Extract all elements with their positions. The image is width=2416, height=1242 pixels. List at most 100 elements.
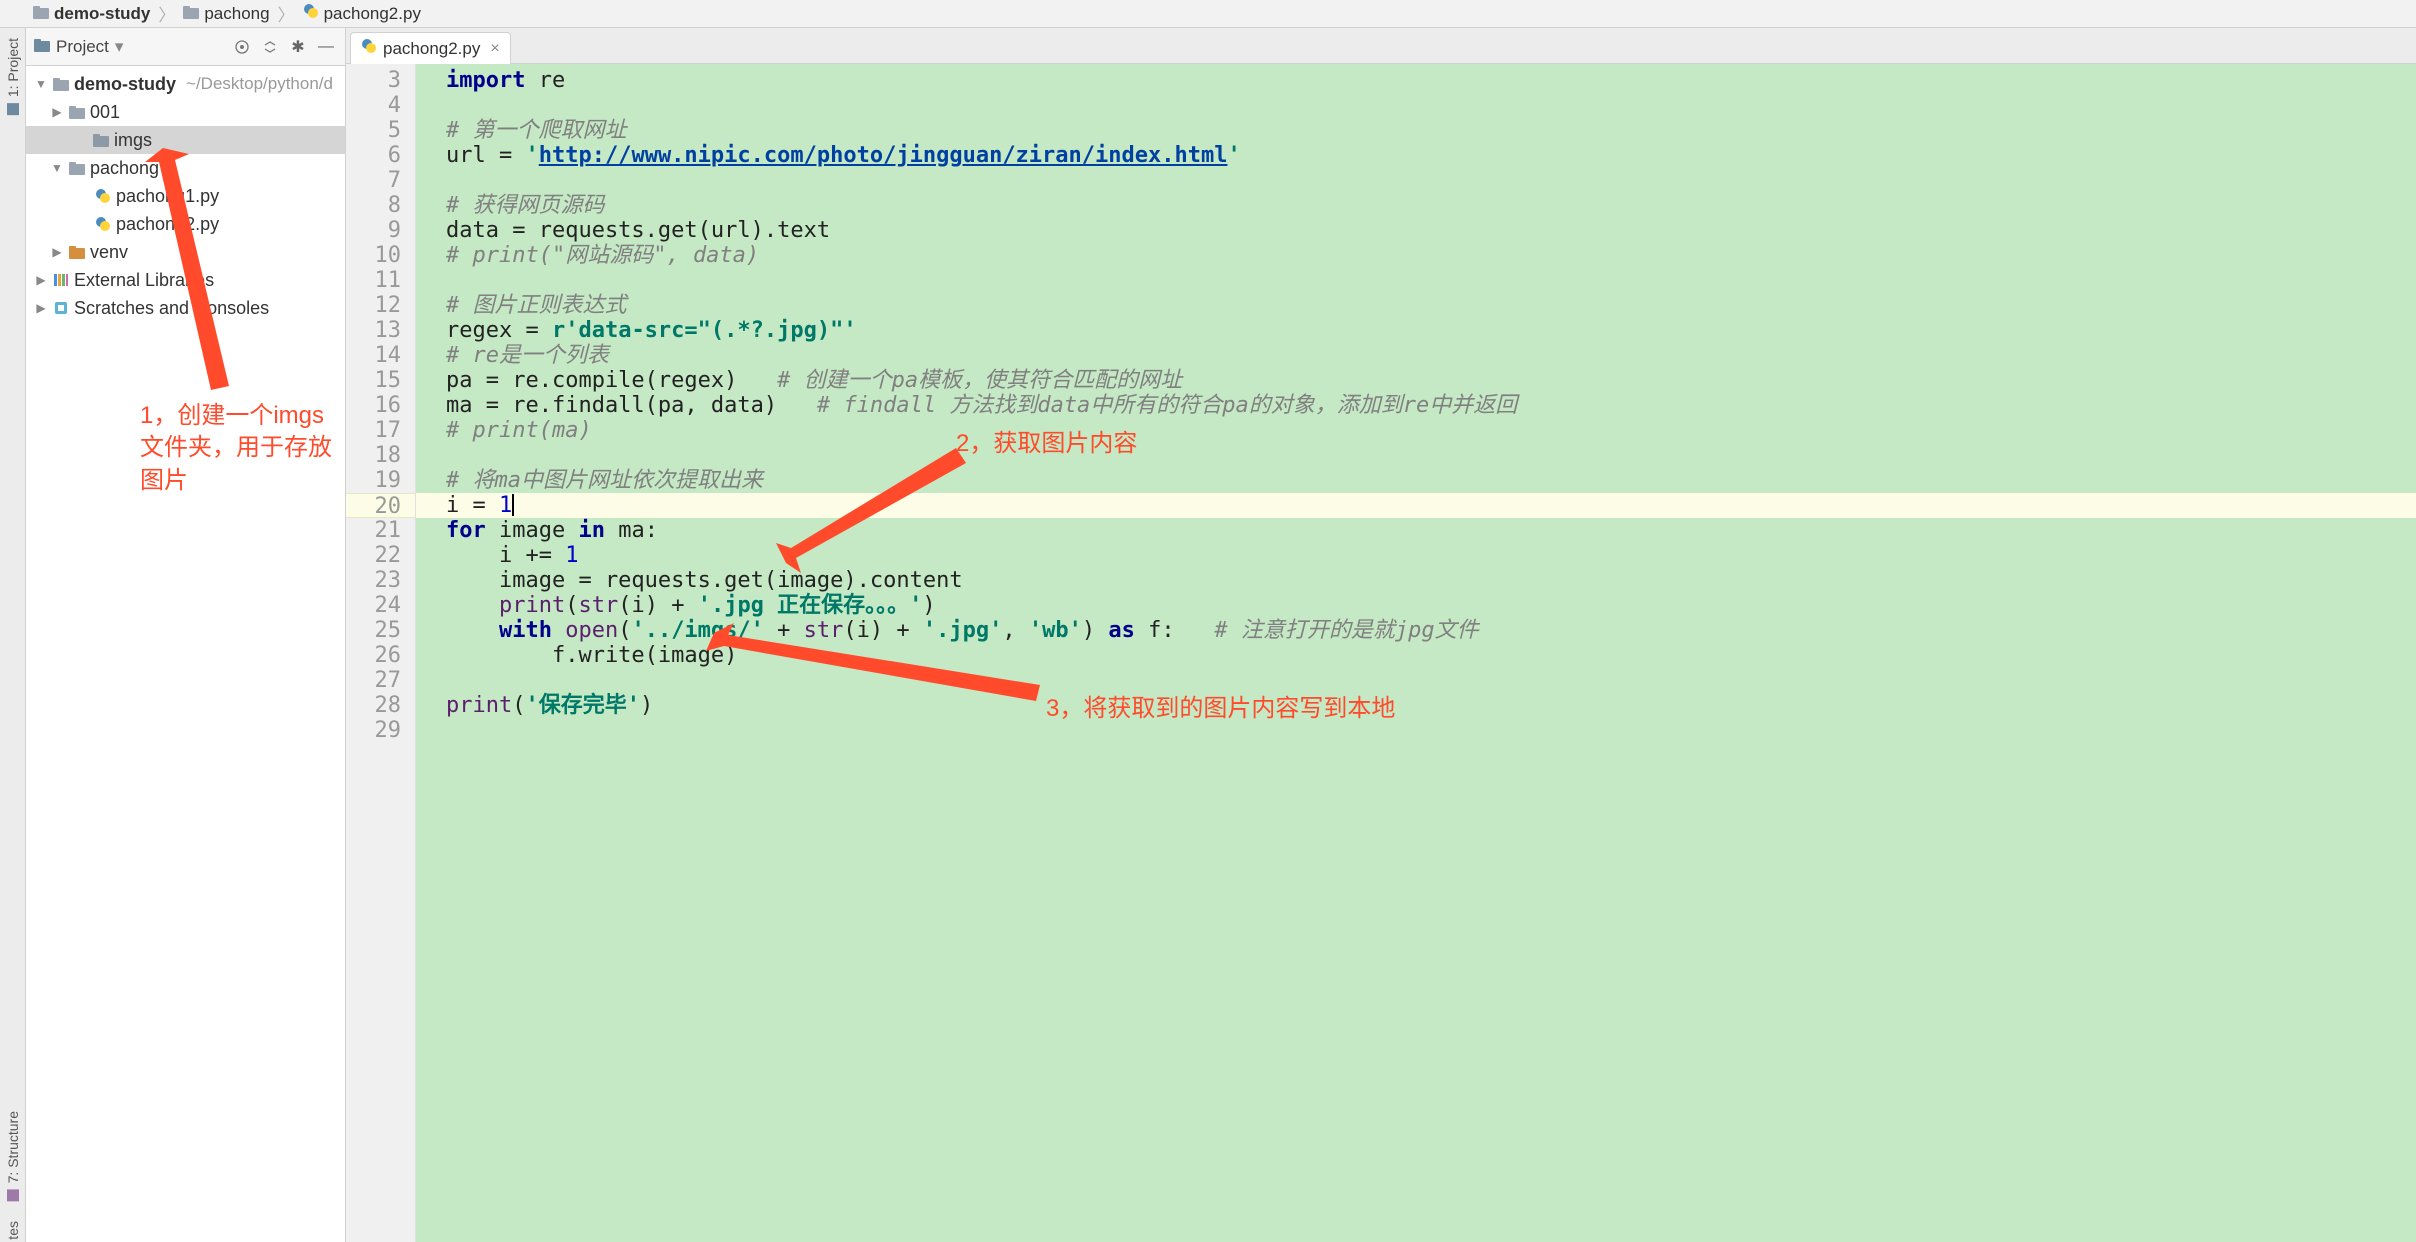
line-number[interactable]: 3 — [346, 68, 401, 93]
chevron-down-icon: ▾ — [115, 37, 124, 57]
python-icon — [303, 3, 319, 24]
line-number[interactable]: 21 — [346, 518, 401, 543]
code-line[interactable]: # 第一个爬取网址 — [446, 118, 2416, 143]
line-number[interactable]: 27 — [346, 668, 401, 693]
breadcrumb: demo-study 〉 pachong 〉 pachong2.py — [0, 0, 2416, 28]
tree-item-ext-libs[interactable]: ▶ External Libraries — [26, 266, 345, 294]
line-number[interactable]: 17 — [346, 418, 401, 443]
tree-label: pachong2.py — [116, 214, 219, 235]
chevron-down-icon[interactable]: ▼ — [50, 161, 64, 175]
line-number[interactable]: 23 — [346, 568, 401, 593]
code-line[interactable]: for image in ma: — [446, 518, 2416, 543]
code-line[interactable]: # 将ma中图片网址依次提取出来 — [446, 468, 2416, 493]
line-number[interactable]: 16 — [346, 393, 401, 418]
line-number-gutter[interactable]: 3456789101112131415161718192021222324252… — [346, 64, 416, 1242]
code-line[interactable]: url = 'http://www.nipic.com/photo/jinggu… — [446, 143, 2416, 168]
tree-label: venv — [90, 242, 128, 263]
breadcrumb-item-root[interactable]: demo-study — [28, 4, 155, 24]
line-number[interactable]: 11 — [346, 268, 401, 293]
line-number[interactable]: 14 — [346, 343, 401, 368]
tree-item-venv[interactable]: ▶ venv — [26, 238, 345, 266]
line-number[interactable]: 4 — [346, 93, 401, 118]
line-number[interactable]: 25 — [346, 618, 401, 643]
line-number[interactable]: 15 — [346, 368, 401, 393]
line-number[interactable]: 24 — [346, 593, 401, 618]
line-number[interactable]: 22 — [346, 543, 401, 568]
tree-path: ~/Desktop/python/d — [186, 74, 333, 94]
folder-icon — [92, 131, 110, 149]
minimize-icon[interactable]: — — [315, 36, 337, 58]
code-line[interactable]: # re是一个列表 — [446, 343, 2416, 368]
tool-tab-project[interactable]: 1: Project — [1, 28, 25, 125]
chevron-down-icon[interactable]: ▼ — [34, 77, 48, 91]
python-icon — [94, 187, 112, 205]
code-line[interactable]: import re — [446, 68, 2416, 93]
line-number[interactable]: 18 — [346, 443, 401, 468]
code-line[interactable]: # print("网站源码", data) — [446, 243, 2416, 268]
tree-item-001[interactable]: ▶ 001 — [26, 98, 345, 126]
code-line[interactable]: i = 1 — [416, 493, 2416, 518]
code-line[interactable] — [446, 718, 2416, 743]
text-cursor — [512, 494, 514, 516]
chevron-right-icon[interactable]: ▶ — [50, 245, 64, 259]
code-line[interactable]: data = requests.get(url).text — [446, 218, 2416, 243]
code-line[interactable]: # 获得网页源码 — [446, 193, 2416, 218]
line-number[interactable]: 13 — [346, 318, 401, 343]
close-icon[interactable]: × — [490, 40, 499, 58]
project-view-selector[interactable]: Project ▾ — [34, 37, 225, 57]
code-line[interactable] — [446, 168, 2416, 193]
tree-item-pachong1[interactable]: pachong1.py — [26, 182, 345, 210]
tree-item-pachong2[interactable]: pachong2.py — [26, 210, 345, 238]
line-number[interactable]: 28 — [346, 693, 401, 718]
line-number[interactable]: 12 — [346, 293, 401, 318]
tree-item-scratches[interactable]: ▶ Scratches and Consoles — [26, 294, 345, 322]
chevron-right-icon[interactable]: ▶ — [34, 301, 48, 315]
line-number[interactable]: 6 — [346, 143, 401, 168]
code-line[interactable]: f.write(image) — [446, 643, 2416, 668]
annotation-2-text: 2，获取图片内容 — [956, 428, 1137, 460]
breadcrumb-item-file[interactable]: pachong2.py — [298, 3, 426, 24]
code-line[interactable]: print(str(i) + '.jpg 正在保存。。。') — [446, 593, 2416, 618]
line-number[interactable]: 7 — [346, 168, 401, 193]
tree-item-pachong[interactable]: ▼ pachong — [26, 154, 345, 182]
code-line[interactable]: i += 1 — [446, 543, 2416, 568]
code-line[interactable] — [446, 93, 2416, 118]
code-line[interactable]: image = requests.get(image).content — [446, 568, 2416, 593]
code-line[interactable] — [446, 668, 2416, 693]
code-line[interactable]: # 图片正则表达式 — [446, 293, 2416, 318]
line-number[interactable]: 29 — [346, 718, 401, 743]
gear-icon[interactable]: ✱ — [287, 36, 309, 58]
collapse-icon[interactable] — [259, 36, 281, 58]
code-editor[interactable]: 3456789101112131415161718192021222324252… — [346, 64, 2416, 1242]
line-number[interactable]: 8 — [346, 193, 401, 218]
project-tree[interactable]: ▼ demo-study ~/Desktop/python/d ▶ 001 im… — [26, 66, 345, 326]
code-line[interactable] — [446, 443, 2416, 468]
line-number[interactable]: 9 — [346, 218, 401, 243]
tool-window-bar-left: 1: Project 7: Structure tes — [0, 28, 26, 1242]
code-line[interactable]: regex = r'data-src="(.*?.jpg)"' — [446, 318, 2416, 343]
code-line[interactable]: # print(ma) — [446, 418, 2416, 443]
code-line[interactable]: ma = re.findall(pa, data) # findall 方法找到… — [446, 393, 2416, 418]
line-number[interactable]: 19 — [346, 468, 401, 493]
line-number[interactable]: 20 — [346, 493, 415, 518]
code-line[interactable]: pa = re.compile(regex) # 创建一个pa模板，使其符合匹配… — [446, 368, 2416, 393]
code-line[interactable]: with open('../imgs/' + str(i) + '.jpg', … — [446, 618, 2416, 643]
chevron-right-icon[interactable]: ▶ — [34, 273, 48, 287]
tool-tab-structure[interactable]: 7: Structure — [1, 1101, 25, 1211]
editor-tab-active[interactable]: pachong2.py × — [350, 32, 511, 64]
tree-root[interactable]: ▼ demo-study ~/Desktop/python/d — [26, 70, 345, 98]
breadcrumb-item-folder[interactable]: pachong — [178, 4, 274, 24]
chevron-right-icon[interactable]: ▶ — [50, 105, 64, 119]
code-line[interactable]: print('保存完毕') — [446, 693, 2416, 718]
code-line[interactable] — [446, 268, 2416, 293]
folder-icon — [33, 4, 49, 24]
tree-item-imgs[interactable]: imgs — [26, 126, 345, 154]
line-number[interactable]: 5 — [346, 118, 401, 143]
breadcrumb-label: demo-study — [54, 4, 150, 24]
line-number[interactable]: 26 — [346, 643, 401, 668]
code-content[interactable]: import re # 第一个爬取网址url = 'http://www.nipi… — [416, 64, 2416, 1242]
tree-label: demo-study — [74, 74, 176, 95]
target-icon[interactable] — [231, 36, 253, 58]
tool-tab-favorites-cut[interactable]: tes — [1, 1211, 25, 1242]
line-number[interactable]: 10 — [346, 243, 401, 268]
